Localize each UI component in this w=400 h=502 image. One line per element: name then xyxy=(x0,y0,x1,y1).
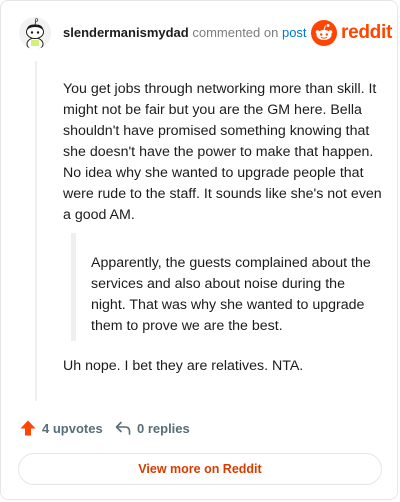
post-link[interactable]: post xyxy=(282,25,307,40)
commented-on-label: commented on xyxy=(192,25,279,40)
view-more-button[interactable]: View more on Reddit xyxy=(18,453,382,485)
blockquote-bar xyxy=(71,233,76,341)
upvote-button[interactable]: 4 upvotes xyxy=(19,419,103,437)
reply-button[interactable]: 0 replies xyxy=(114,419,190,437)
reddit-brand[interactable]: reddit xyxy=(311,19,392,47)
blockquote: Apparently, the guests complained about … xyxy=(71,233,381,341)
reply-arrow-icon xyxy=(115,421,131,435)
reddit-logo-icon xyxy=(311,20,337,46)
comment-body-paragraph: You get jobs through networking more tha… xyxy=(63,81,382,223)
user-avatar[interactable] xyxy=(19,17,51,49)
upvote-count: 4 upvotes xyxy=(42,420,103,436)
reddit-wordmark: reddit xyxy=(341,22,392,43)
username-link[interactable]: slendermanismydad xyxy=(63,25,189,40)
thread-line xyxy=(35,61,37,401)
comment-body-tail: Uh nope. I bet they are relatives. NTA. xyxy=(63,358,304,374)
upvote-arrow-icon xyxy=(20,420,36,436)
comment-header: slendermanismydad commented on post xyxy=(63,25,307,41)
snoo-avatar-icon xyxy=(19,17,51,49)
blockquote-text: Apparently, the guests complained about … xyxy=(91,255,371,334)
comment-card: slendermanismydad commented on post redd… xyxy=(0,0,398,500)
reply-count: 0 replies xyxy=(137,420,190,436)
